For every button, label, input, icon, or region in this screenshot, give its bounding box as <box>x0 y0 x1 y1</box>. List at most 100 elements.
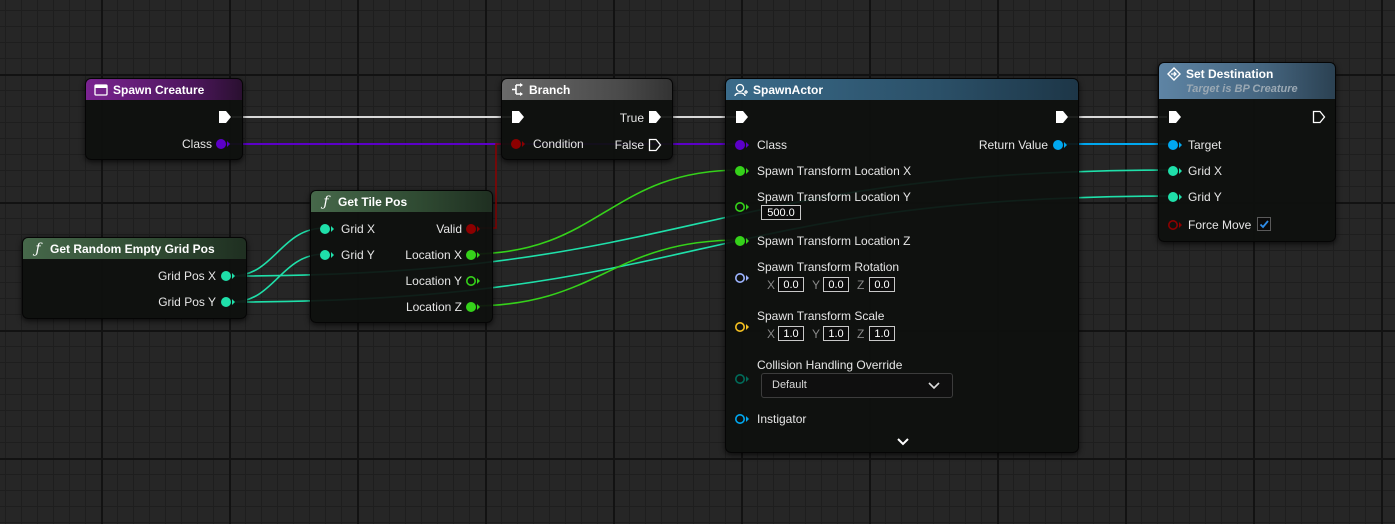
chevron-down-icon <box>928 382 940 390</box>
node-spawn-creature[interactable]: Spawn Creature Class <box>85 78 243 160</box>
pin-label-target: Target <box>1188 138 1222 152</box>
axis-label-x: X <box>767 327 776 341</box>
axis-label-x: X <box>767 278 776 292</box>
int-grid-x-in-pin[interactable] <box>320 223 334 235</box>
node-header[interactable]: SpawnActor <box>726 79 1078 100</box>
bool-condition-pin[interactable] <box>511 138 525 150</box>
exec-in-pin[interactable] <box>1168 110 1182 124</box>
pin-label-location-x: Location X <box>405 248 462 262</box>
rotation-z-field[interactable]: 0.0 <box>869 277 895 292</box>
expand-chevron-icon[interactable] <box>897 438 909 447</box>
pin-label-condition: Condition <box>533 137 584 151</box>
float-loc-y-pin[interactable] <box>735 201 749 213</box>
int-grid-y-in-pin[interactable] <box>320 249 334 261</box>
axis-label-z: Z <box>857 327 865 341</box>
enum-collision-pin[interactable] <box>735 373 749 385</box>
node-header[interactable]: Branch <box>502 79 672 100</box>
pin-label-collision: Collision Handling Override <box>757 358 903 372</box>
rotator-pin[interactable] <box>735 272 749 284</box>
exec-false-pin[interactable] <box>648 138 662 152</box>
rotation-x-field[interactable]: 0.0 <box>778 277 804 292</box>
node-spawn-actor[interactable]: SpawnActor Class Return Value Spawn Tran… <box>725 78 1079 453</box>
pin-label-return-value: Return Value <box>978 138 1048 152</box>
scale-y-field[interactable]: 1.0 <box>823 326 849 341</box>
class-out-pin[interactable] <box>216 138 230 150</box>
function-call-icon <box>1167 66 1181 81</box>
int-grid-y-pin[interactable] <box>1168 191 1182 203</box>
pin-label-grid-x: Grid X <box>1188 164 1223 178</box>
exec-in-pin[interactable] <box>511 110 525 124</box>
object-instigator-pin[interactable] <box>735 413 749 425</box>
node-title: Spawn Creature <box>113 82 205 97</box>
exec-out-pin[interactable] <box>218 110 232 124</box>
pin-label-grid-y: Grid Y <box>1188 190 1222 204</box>
node-title: Get Random Empty Grid Pos <box>50 241 215 256</box>
exec-out-pin[interactable] <box>1312 110 1326 124</box>
exec-in-pin[interactable] <box>735 110 749 124</box>
function-icon: ƒ <box>323 193 329 210</box>
node-title: Set Destination <box>1186 67 1274 81</box>
axis-label-y: Y <box>812 278 821 292</box>
force-move-checkbox[interactable] <box>1257 217 1271 231</box>
event-icon <box>94 83 108 96</box>
pin-label-class: Class <box>181 137 212 151</box>
node-subtitle: Target is BP Creature <box>1186 83 1298 95</box>
class-in-pin[interactable] <box>735 139 749 151</box>
int-grid-pos-x-out-pin[interactable] <box>221 270 235 282</box>
bool-force-move-pin[interactable] <box>1168 219 1182 231</box>
node-branch[interactable]: Branch True Condition False <box>501 78 673 160</box>
pin-label-class: Class <box>757 138 788 152</box>
float-loc-y-out-pin[interactable] <box>466 275 480 287</box>
node-header[interactable]: Set Destination Target is BP Creature <box>1159 63 1335 99</box>
node-title: SpawnActor <box>753 82 824 97</box>
exec-out-pin[interactable] <box>1055 110 1069 124</box>
axis-label-z: Z <box>857 278 865 292</box>
float-wire-locx-to-spawn-locx <box>470 169 741 255</box>
pin-label-loc-y: Spawn Transform Location Y <box>757 190 911 204</box>
node-set-destination[interactable]: Set Destination Target is BP Creature Ta… <box>1158 62 1336 242</box>
node-get-tile-pos[interactable]: ƒ Get Tile Pos Grid X Valid Grid Y Locat… <box>310 190 493 323</box>
pin-label-loc-z: Spawn Transform Location Z <box>757 234 911 248</box>
axis-label-y: Y <box>812 327 821 341</box>
rotation-y-field[interactable]: 0.0 <box>823 277 849 292</box>
node-title: Branch <box>529 82 571 97</box>
node-get-random-empty-grid-pos[interactable]: ƒ Get Random Empty Grid Pos Grid Pos X G… <box>22 237 247 319</box>
loc-y-value-field[interactable]: 500.0 <box>761 205 801 220</box>
exec-true-pin[interactable] <box>648 110 662 124</box>
float-loc-x-out-pin[interactable] <box>466 249 480 261</box>
pin-label-location-z: Location Z <box>405 300 462 314</box>
float-loc-z-pin[interactable] <box>735 235 749 247</box>
node-header[interactable]: Spawn Creature <box>86 79 242 100</box>
float-loc-x-pin[interactable] <box>735 165 749 177</box>
node-header[interactable]: ƒ Get Tile Pos <box>311 191 492 212</box>
pin-label-location-y: Location Y <box>405 274 463 288</box>
int-grid-pos-y-out-pin[interactable] <box>221 296 235 308</box>
vector-scale-pin[interactable] <box>735 321 749 333</box>
collision-dropdown[interactable]: Default <box>761 373 953 398</box>
scale-z-field[interactable]: 1.0 <box>869 326 895 341</box>
scale-x-field[interactable]: 1.0 <box>778 326 804 341</box>
pin-label-grid-x: Grid X <box>341 222 376 236</box>
object-target-pin[interactable] <box>1168 139 1182 151</box>
pin-label-force-move: Force Move <box>1188 218 1252 232</box>
pin-label-valid: Valid <box>436 222 462 236</box>
float-loc-z-out-pin[interactable] <box>466 301 480 313</box>
checkmark-icon <box>1259 220 1269 229</box>
bool-valid-out-pin[interactable] <box>466 223 480 235</box>
collision-dropdown-value: Default <box>772 379 807 391</box>
pin-label-rotation: Spawn Transform Rotation <box>757 260 900 274</box>
function-icon: ƒ <box>35 240 41 257</box>
pin-label-scale: Spawn Transform Scale <box>757 309 885 323</box>
pin-label-true: True <box>619 111 644 125</box>
branch-icon <box>510 83 524 96</box>
object-return-pin[interactable] <box>1053 139 1067 151</box>
pin-label-grid-pos-y: Grid Pos Y <box>158 295 216 309</box>
pin-label-loc-x: Spawn Transform Location X <box>757 164 912 178</box>
int-grid-x-pin[interactable] <box>1168 165 1182 177</box>
node-header[interactable]: ƒ Get Random Empty Grid Pos <box>23 238 246 259</box>
pin-label-grid-pos-x: Grid Pos X <box>157 269 216 283</box>
pin-label-false: False <box>614 138 644 152</box>
pin-label-instigator: Instigator <box>757 412 807 426</box>
pin-label-grid-y: Grid Y <box>341 248 375 262</box>
node-title: Get Tile Pos <box>338 194 408 209</box>
